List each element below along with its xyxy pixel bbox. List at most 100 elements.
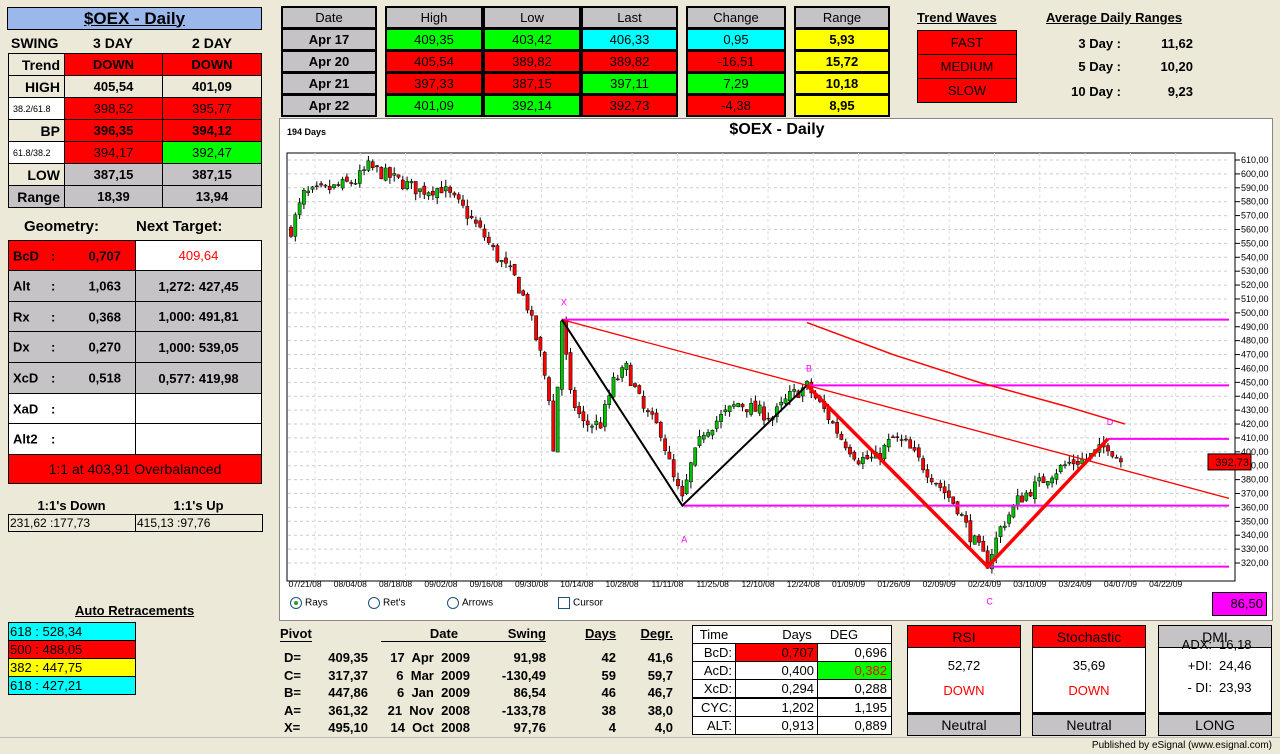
y-tick-label: 560,00 bbox=[1241, 224, 1269, 234]
time-days: 0,913 bbox=[735, 715, 818, 735]
geometry-row-rx: Rx: 0,368 bbox=[8, 301, 136, 332]
candle-body bbox=[383, 167, 388, 181]
geometry-label: Geometry: bbox=[24, 218, 100, 235]
candle-body bbox=[611, 376, 616, 398]
candle-body bbox=[340, 179, 345, 189]
geometry-colon: : bbox=[51, 431, 56, 447]
candle-body bbox=[452, 192, 457, 196]
geometry-row-xcd: XcD: 0,518 bbox=[8, 362, 136, 394]
candle-body bbox=[783, 398, 788, 404]
candle-body bbox=[585, 420, 590, 426]
y-tick-label: 580,00 bbox=[1241, 197, 1269, 207]
pivot-days: 4 bbox=[608, 720, 616, 735]
change-cell: 0,95 bbox=[686, 28, 786, 51]
chart-panel[interactable]: 194 Days $OEX - Daily 610,00 600,00 590,00… bbox=[279, 118, 1273, 621]
y-tick-label: 480,00 bbox=[1241, 336, 1269, 346]
candle-body bbox=[495, 245, 500, 262]
candle-body bbox=[525, 293, 530, 311]
y-tick-label: 600,00 bbox=[1241, 169, 1269, 179]
auto-retracement-row: 618 : 528,34 bbox=[8, 622, 136, 641]
candle-body bbox=[865, 454, 870, 460]
stoch-status: Neutral bbox=[1032, 712, 1146, 736]
candle-body bbox=[968, 520, 973, 543]
x-tick-label: 01/09/09 bbox=[832, 579, 865, 589]
option-rays[interactable]: Rays bbox=[290, 597, 328, 609]
rsi-value: 52,72 bbox=[947, 658, 981, 673]
candle-body bbox=[680, 485, 685, 497]
x-tick-label: 03/10/09 bbox=[1013, 579, 1046, 589]
auto-retracement-row: 500 : 488,05 bbox=[8, 640, 136, 659]
trend-wave-medium: MEDIUM bbox=[917, 54, 1017, 79]
candle-body bbox=[302, 190, 306, 205]
date-cell: Apr 17 bbox=[281, 28, 377, 51]
geometry-name: Alt bbox=[13, 278, 31, 294]
geometry-row-alt2: Alt2: bbox=[8, 423, 136, 455]
swing-2day-value: 13,94 bbox=[162, 185, 262, 208]
option-rets[interactable]: Ret's bbox=[368, 597, 405, 609]
y-tick-label: 460,00 bbox=[1241, 363, 1269, 373]
x-tick-label: 08/04/08 bbox=[334, 579, 367, 589]
candle-body bbox=[1058, 465, 1063, 473]
candle-body bbox=[1033, 481, 1037, 499]
y-tick-label: 520,00 bbox=[1241, 280, 1269, 290]
pivot-swing: 97,76 bbox=[513, 720, 546, 735]
x-tick-label: 08/18/08 bbox=[379, 579, 412, 589]
rets-label: Ret's bbox=[383, 597, 406, 609]
candle-body bbox=[977, 535, 981, 543]
pivot-value: 495,10 bbox=[328, 720, 368, 735]
rets-radio[interactable] bbox=[368, 597, 380, 609]
low-cell: 403,42 bbox=[483, 28, 581, 51]
pivot-label-A: A bbox=[681, 535, 687, 545]
swing-3day-value: 394,17 bbox=[64, 141, 163, 164]
date-cell: Apr 21 bbox=[281, 72, 377, 95]
candle-body bbox=[981, 540, 986, 552]
rays-radio[interactable] bbox=[290, 597, 302, 609]
pivot-label-B: B bbox=[806, 363, 812, 373]
price-chart[interactable]: 610,00 600,00 590,00 580,00 570,00 560,00 550,… bbox=[280, 119, 1274, 622]
candle-body bbox=[379, 167, 384, 180]
candle-body bbox=[409, 181, 414, 184]
pivot-date: 6 Mar 2009 bbox=[396, 667, 470, 683]
x-tick-label: 02/24/09 bbox=[968, 579, 1001, 589]
range-cell: 8,95 bbox=[794, 94, 890, 117]
geometry-ratio: 0,270 bbox=[88, 339, 121, 355]
x-tick-label: 12/24/08 bbox=[787, 579, 820, 589]
cursor-checkbox[interactable] bbox=[558, 597, 570, 609]
candle-body bbox=[1054, 473, 1059, 480]
swing-row-label: HIGH bbox=[8, 75, 65, 98]
geometry-name: XcD bbox=[13, 370, 39, 386]
candle-body bbox=[598, 422, 603, 429]
candle-body bbox=[534, 315, 538, 341]
candle-body bbox=[396, 174, 401, 178]
candle-body bbox=[861, 457, 865, 464]
y-tick-label: 540,00 bbox=[1241, 252, 1269, 262]
candle-body bbox=[684, 479, 689, 494]
swing-3day-value: DOWN bbox=[64, 53, 163, 76]
candle-body bbox=[1011, 504, 1016, 518]
arrows-radio[interactable] bbox=[447, 597, 459, 609]
geometry-colon: : bbox=[51, 401, 56, 416]
xab-pattern-line bbox=[561, 319, 808, 508]
x-tick-label: 10/28/08 bbox=[606, 579, 639, 589]
candle-body bbox=[955, 501, 960, 515]
candle-body bbox=[607, 395, 612, 405]
high-cell: 397,33 bbox=[385, 72, 483, 95]
candle-body bbox=[942, 486, 947, 493]
geometry-row-xad: XaD: bbox=[8, 393, 136, 424]
candle-body bbox=[736, 403, 741, 407]
candle-body bbox=[1114, 457, 1119, 459]
candle-body bbox=[590, 425, 594, 428]
option-arrows[interactable]: Arrows bbox=[447, 597, 493, 609]
range-cell: 5,93 bbox=[794, 28, 890, 51]
candle-body bbox=[839, 433, 844, 440]
header-change: Change bbox=[686, 6, 786, 29]
swing-row-label: Trend bbox=[8, 53, 65, 76]
swing-3day-value: 396,35 bbox=[64, 119, 163, 142]
candle-body bbox=[551, 400, 556, 452]
x-tick-label: 09/16/08 bbox=[470, 579, 503, 589]
candle-body bbox=[693, 447, 698, 466]
time-deg: 0,696 bbox=[817, 643, 892, 662]
option-cursor[interactable]: Cursor bbox=[558, 597, 603, 609]
candle-body bbox=[517, 276, 521, 294]
x-tick-label: 09/30/08 bbox=[515, 579, 548, 589]
